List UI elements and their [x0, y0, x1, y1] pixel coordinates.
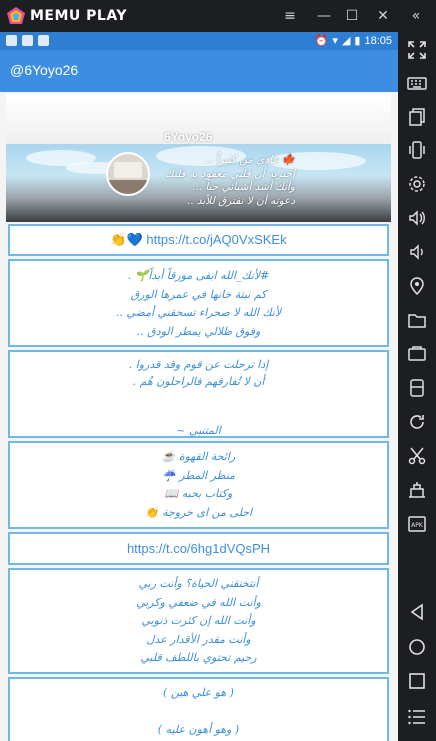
- post-line: [10, 407, 387, 424]
- location-icon[interactable]: [405, 274, 429, 298]
- post-line: وأنت مقدر الأقدار عدل: [146, 632, 251, 646]
- app-bar: @6Yoyo26: [0, 50, 398, 92]
- screenshot-icon[interactable]: [405, 342, 429, 366]
- refresh-icon[interactable]: [405, 410, 429, 434]
- post-card[interactable]: إذا ترحلت عن قوم وقد قدروا . أن لا تُفار…: [8, 350, 389, 438]
- menu-icon[interactable]: ≡: [279, 7, 301, 25]
- post-emoji: 👏💙: [110, 232, 143, 247]
- collapse-icon[interactable]: «: [405, 7, 427, 25]
- svg-text:APK: APK: [411, 522, 424, 529]
- profile-header: 6Yoyo26 🍁 عادي من كثيراً .. اخبرته أن قل…: [6, 94, 391, 222]
- settings-icon[interactable]: [405, 172, 429, 196]
- signal-icon: ◢: [341, 34, 351, 47]
- folder-icon[interactable]: [405, 308, 429, 332]
- recents-icon[interactable]: [405, 669, 429, 693]
- bio-line: دعوته أن لا نفترق للأبد ..: [186, 194, 295, 207]
- post-line: إذا ترحلت عن قوم وقد قدروا .: [128, 358, 269, 371]
- post-line: [10, 390, 387, 407]
- shake-icon[interactable]: [405, 138, 429, 162]
- post-line: لأنك الله لا صحراء تسحقني أمضي ..: [115, 306, 282, 319]
- profile-bio: 🍁 عادي من كثيراً .. اخبرته أن قلبي معقود…: [95, 154, 295, 208]
- post-card[interactable]: 👏💙 https://t.co/jAQ0VxSKEk: [8, 224, 389, 256]
- emulator-title: MEMU PLAY: [30, 8, 127, 24]
- status-bar: ⏰ ▾ ◢ ▮ 18:05: [0, 32, 398, 50]
- post-link[interactable]: https://t.co/jAQ0VxSKEk: [146, 232, 286, 247]
- maximize-icon[interactable]: ☐: [341, 7, 363, 25]
- close-icon[interactable]: ✕: [372, 7, 394, 25]
- minimize-icon[interactable]: —: [313, 7, 335, 25]
- post-line: وكتاب بحبه 📖: [164, 487, 233, 500]
- post-line: المتنبي ~: [176, 424, 221, 437]
- cut-icon[interactable]: [405, 444, 429, 468]
- post-line: أن لا تُفارقهم فالراحلون هُم .: [132, 374, 265, 388]
- fullscreen-icon[interactable]: [405, 38, 429, 62]
- profile-name: 6Yoyo26: [164, 130, 213, 144]
- memu-logo-icon: [7, 7, 25, 24]
- post-card[interactable]: ( هو علي هين ) ( وهو أهون عليه ): [8, 677, 389, 741]
- android-screen: ⏰ ▾ ◢ ▮ 18:05 @6Yoyo26 6Yoyo26 🍁 عادي من…: [0, 32, 398, 741]
- bio-line: 🍁 عادي من كثيراً ..: [205, 154, 295, 166]
- telegram-icon: [22, 35, 33, 46]
- wifi-icon: ▾: [332, 34, 338, 47]
- post-card[interactable]: https://t.co/6hg1dVQsPH: [8, 532, 389, 565]
- post-line: [10, 703, 387, 722]
- alarm-icon: ⏰: [314, 34, 329, 47]
- volume-down-icon[interactable]: [405, 240, 429, 264]
- post-line: وفوق ظلالي يمطر الودق ..: [136, 324, 261, 338]
- post-line: وأنت الله في ضعفي وكربي: [136, 595, 261, 609]
- post-line: كم نبتة خانها في عمرها الورق: [130, 287, 267, 301]
- notification-icon: [6, 35, 17, 46]
- back-icon[interactable]: [405, 600, 429, 624]
- post-line: رائحة القهوة ☕: [161, 450, 236, 463]
- emulator-sidebar: APK: [398, 32, 436, 741]
- home-icon[interactable]: [405, 635, 429, 659]
- post-line: رحيم تحتوي باللطف قلبي: [140, 651, 257, 664]
- post-line: منظر المطر ☔: [162, 468, 235, 482]
- post-line: أنتخنقني الحياة؟ وأنت ربي: [138, 577, 259, 590]
- post-card[interactable]: رائحة القهوة ☕ منظر المطر ☔ وكتاب بحبه 📖…: [8, 441, 389, 529]
- more-icon[interactable]: [405, 705, 429, 729]
- post-line: ( وهو أهون عليه ): [157, 723, 240, 736]
- bio-line: وأنك أشد أشيائي حباً ...: [192, 181, 295, 193]
- post-line: ( هو علي هين ): [163, 686, 234, 699]
- tools-icon[interactable]: [405, 478, 429, 502]
- page-title: @6Yoyo26: [10, 62, 79, 78]
- post-line: وأنت الله إن كثرت ذنوبي: [141, 614, 256, 627]
- post-card[interactable]: #لأنك_الله ابقى مورقاً أبداً🌱 . كم نبتة …: [8, 259, 389, 347]
- post-link[interactable]: https://t.co/6hg1dVQsPH: [127, 541, 270, 556]
- post-line: #لأنك_الله ابقى مورقاً أبداً🌱 .: [127, 269, 270, 282]
- battery-icon: ▮: [354, 34, 361, 47]
- apk-icon[interactable]: [405, 376, 429, 400]
- install-apk-icon[interactable]: APK: [405, 512, 429, 536]
- app-notification-icon: [38, 35, 49, 46]
- multi-window-icon[interactable]: [405, 105, 429, 129]
- post-line: احلى من اى خروجة 👏: [144, 505, 253, 519]
- post-card[interactable]: أنتخنقني الحياة؟ وأنت ربي وأنت الله في ض…: [8, 568, 389, 674]
- volume-up-icon[interactable]: [405, 206, 429, 230]
- keyboard-icon[interactable]: [405, 71, 429, 95]
- emulator-titlebar: MEMU PLAY ≡ — ☐ ✕ «: [0, 0, 436, 32]
- bio-line: اخبرته أن قلبي معقود به قلبك: [165, 167, 295, 180]
- clock: 18:05: [364, 34, 392, 47]
